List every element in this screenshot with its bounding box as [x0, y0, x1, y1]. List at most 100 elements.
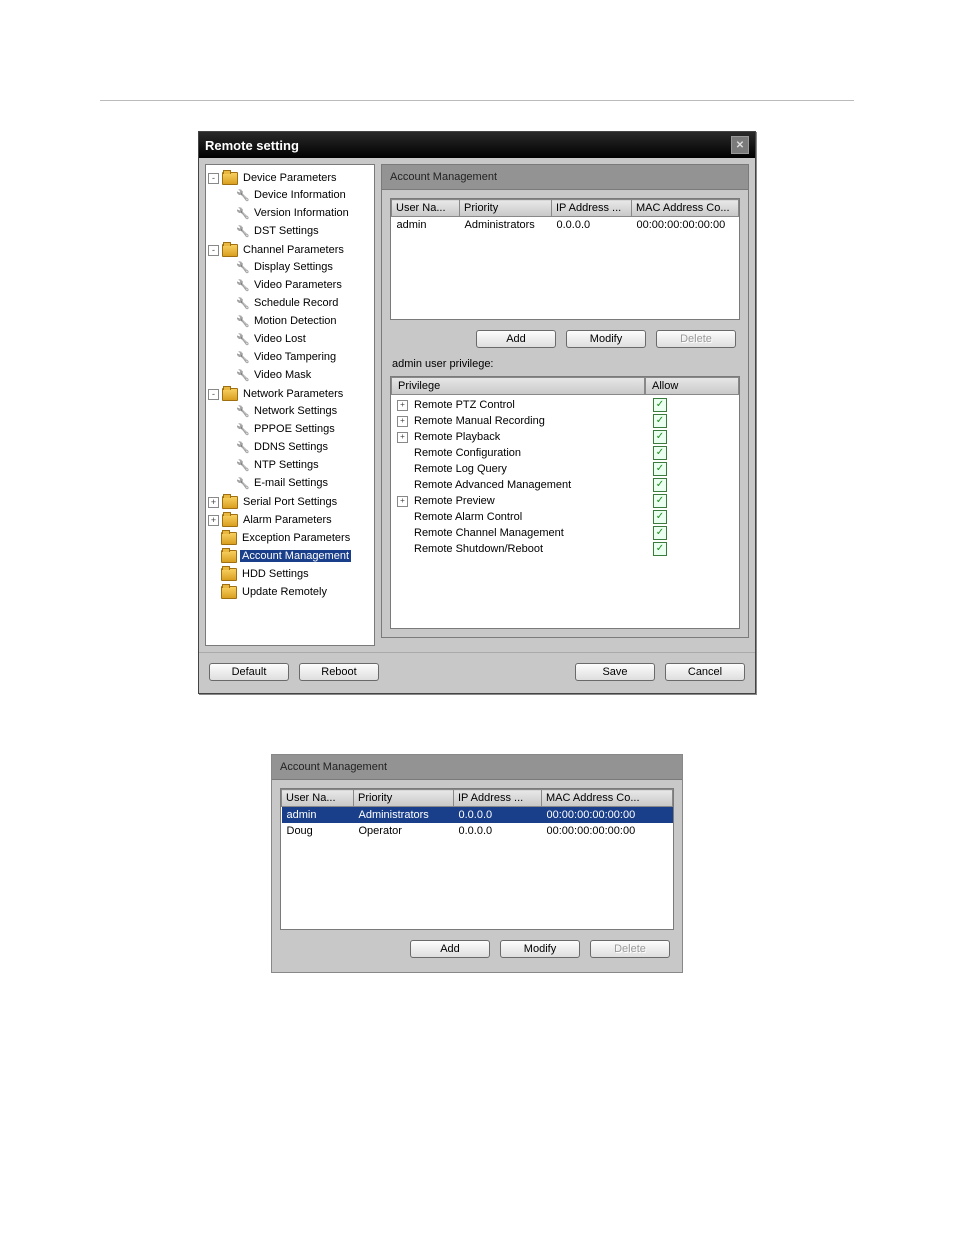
delete-button[interactable]: Delete	[656, 330, 736, 348]
col-username[interactable]: User Na...	[282, 790, 354, 807]
privilege-label: admin user privilege:	[390, 354, 740, 376]
expand-icon[interactable]: +	[397, 496, 408, 507]
cell-priority: Administrators	[460, 217, 552, 234]
expand-icon[interactable]: +	[397, 432, 408, 443]
col-mac[interactable]: MAC Address Co...	[632, 200, 739, 217]
tree-node-folder[interactable]: HDD Settings	[206, 566, 374, 582]
privilege-label: Remote Log Query	[412, 463, 651, 475]
page-rule	[100, 100, 854, 101]
tree-node-folder[interactable]: Exception Parameters	[206, 530, 374, 546]
privilege-label: Remote Manual Recording	[412, 415, 651, 427]
expand-icon[interactable]: +	[397, 400, 408, 411]
allow-checkbox[interactable]: ✓	[653, 542, 667, 556]
table-row[interactable]: adminAdministrators0.0.0.000:00:00:00:00…	[282, 807, 673, 824]
close-button[interactable]: ✕	[731, 136, 749, 154]
tree-node-leaf[interactable]: 🔧Device Information	[206, 187, 374, 203]
allow-checkbox[interactable]: ✓	[653, 398, 667, 412]
tree-node-label: Network Settings	[252, 405, 339, 417]
save-button[interactable]: Save	[575, 663, 655, 681]
wrench-icon: 🔧	[237, 189, 249, 201]
privilege-row[interactable]: +Remote Configuration✓	[391, 445, 739, 461]
table-row[interactable]: DougOperator0.0.0.000:00:00:00:00:00	[282, 823, 673, 839]
privilege-label: Remote Alarm Control	[412, 511, 651, 523]
privilege-row[interactable]: +Remote Alarm Control✓	[391, 509, 739, 525]
tree-node-leaf[interactable]: 🔧Motion Detection	[206, 313, 374, 329]
user-table-2[interactable]: User Na... Priority IP Address ... MAC A…	[280, 788, 674, 930]
allow-checkbox[interactable]: ✓	[653, 414, 667, 428]
allow-checkbox[interactable]: ✓	[653, 510, 667, 524]
reboot-button[interactable]: Reboot	[299, 663, 379, 681]
cell-user: admin	[282, 807, 354, 824]
tree-node-label: DST Settings	[252, 225, 321, 237]
allow-checkbox[interactable]: ✓	[653, 430, 667, 444]
col-priority[interactable]: Priority	[460, 200, 552, 217]
nav-tree[interactable]: -Device Parameters🔧Device Information🔧Ve…	[206, 169, 374, 601]
folder-icon	[221, 568, 237, 581]
allow-checkbox[interactable]: ✓	[653, 526, 667, 540]
tree-node-label: Motion Detection	[252, 315, 339, 327]
tree-node-folder[interactable]: Account Management	[206, 548, 374, 564]
tree-node-leaf[interactable]: 🔧Schedule Record	[206, 295, 374, 311]
table-row[interactable]: adminAdministrators0.0.0.000:00:00:00:00…	[392, 217, 739, 234]
tree-node-leaf[interactable]: 🔧NTP Settings	[206, 457, 374, 473]
wrench-icon: 🔧	[237, 477, 249, 489]
tree-node-folder[interactable]: -Channel Parameters	[206, 242, 374, 258]
expand-icon[interactable]: +	[208, 515, 219, 526]
folder-icon	[221, 586, 237, 599]
tree-node-folder[interactable]: + Alarm Parameters	[206, 512, 374, 528]
tree-node-folder[interactable]: -Device Parameters	[206, 170, 374, 186]
allow-checkbox[interactable]: ✓	[653, 446, 667, 460]
tree-node-leaf[interactable]: 🔧PPPOE Settings	[206, 421, 374, 437]
delete-button[interactable]: Delete	[590, 940, 670, 958]
privilege-row[interactable]: +Remote Channel Management✓	[391, 525, 739, 541]
cancel-button[interactable]: Cancel	[665, 663, 745, 681]
wrench-icon: 🔧	[237, 369, 249, 381]
tree-node-label: Version Information	[252, 207, 351, 219]
col-mac[interactable]: MAC Address Co...	[542, 790, 673, 807]
tree-node-folder[interactable]: +Serial Port Settings	[206, 494, 374, 510]
expand-icon[interactable]: +	[397, 416, 408, 427]
tree-node-leaf[interactable]: 🔧DST Settings	[206, 223, 374, 239]
tree-node-leaf[interactable]: 🔧Video Parameters	[206, 277, 374, 293]
privilege-row[interactable]: + Remote Manual Recording✓	[391, 413, 739, 429]
allow-checkbox[interactable]: ✓	[653, 494, 667, 508]
tree-node-leaf[interactable]: 🔧Display Settings	[206, 259, 374, 275]
tree-node-leaf[interactable]: 🔧Network Settings	[206, 403, 374, 419]
privilege-row[interactable]: +Remote Advanced Management✓	[391, 477, 739, 493]
add-button[interactable]: Add	[410, 940, 490, 958]
expand-icon[interactable]: +	[208, 497, 219, 508]
collapse-icon[interactable]: -	[208, 173, 219, 184]
tree-node-leaf[interactable]: 🔧E-mail Settings	[206, 475, 374, 491]
col-ip[interactable]: IP Address ...	[454, 790, 542, 807]
modify-button[interactable]: Modify	[566, 330, 646, 348]
modify-button[interactable]: Modify	[500, 940, 580, 958]
collapse-icon[interactable]: -	[208, 245, 219, 256]
collapse-icon[interactable]: -	[208, 389, 219, 400]
tree-node-leaf[interactable]: 🔧DDNS Settings	[206, 439, 374, 455]
tree-node-leaf[interactable]: 🔧Version Information	[206, 205, 374, 221]
tree-node-leaf[interactable]: 🔧Video Lost	[206, 331, 374, 347]
privilege-row[interactable]: +Remote PTZ Control✓	[391, 397, 739, 413]
user-table[interactable]: User Na... Priority IP Address ... MAC A…	[390, 198, 740, 320]
privilege-row[interactable]: +Remote Shutdown/Reboot✓	[391, 541, 739, 557]
privilege-row[interactable]: +Remote Playback✓	[391, 429, 739, 445]
folder-icon	[222, 244, 238, 257]
cell-priority: Operator	[354, 823, 454, 839]
default-button[interactable]: Default	[209, 663, 289, 681]
privilege-row[interactable]: +Remote Preview✓	[391, 493, 739, 509]
tree-node-leaf[interactable]: 🔧Video Tampering	[206, 349, 374, 365]
privilege-row[interactable]: +Remote Log Query✓	[391, 461, 739, 477]
col-ip[interactable]: IP Address ...	[552, 200, 632, 217]
col-allow[interactable]: Allow	[645, 377, 739, 395]
col-privilege[interactable]: Privilege	[391, 377, 645, 395]
allow-checkbox[interactable]: ✓	[653, 478, 667, 492]
tree-node-folder[interactable]: Update Remotely	[206, 584, 374, 600]
allow-checkbox[interactable]: ✓	[653, 462, 667, 476]
col-username[interactable]: User Na...	[392, 200, 460, 217]
tree-node-label: Alarm Parameters	[241, 514, 334, 526]
col-priority[interactable]: Priority	[354, 790, 454, 807]
tree-node-leaf[interactable]: 🔧Video Mask	[206, 367, 374, 383]
tree-node-folder[interactable]: -Network Parameters	[206, 386, 374, 402]
add-button[interactable]: Add	[476, 330, 556, 348]
wrench-icon: 🔧	[237, 297, 249, 309]
